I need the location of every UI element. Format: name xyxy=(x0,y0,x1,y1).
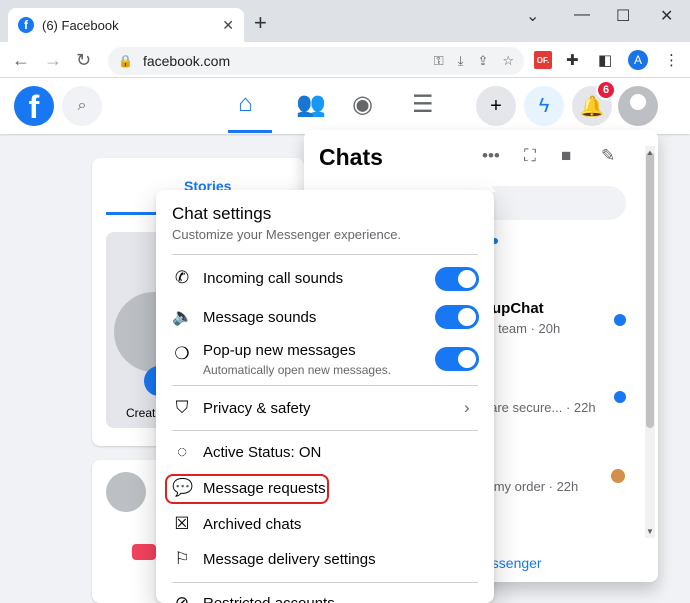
active-status-icon: ◌ xyxy=(176,442,188,461)
restricted-accounts-label[interactable]: Restricted accounts xyxy=(203,595,335,603)
post-composer-avatar[interactable] xyxy=(106,472,146,512)
message-requests-highlight xyxy=(165,474,329,504)
speaker-icon: 🔈 xyxy=(172,307,194,326)
chat-settings-title: Chat settings xyxy=(172,204,272,223)
messenger-icon[interactable]: ϟ xyxy=(524,86,564,126)
video-call-icon[interactable]: ■ xyxy=(561,146,571,166)
facebook-header: f ⌕ ⌂ 👥 ◉ ☰ + ϟ 🔔 xyxy=(0,78,690,134)
divider xyxy=(172,430,478,431)
restricted-icon: ⊘ xyxy=(174,593,190,603)
active-status-label[interactable]: Active Status: ON xyxy=(203,444,321,461)
maximize-window-icon[interactable]: ☐ xyxy=(616,6,630,26)
chat-item-name[interactable]: upChat xyxy=(492,300,544,317)
close-tab-icon[interactable]: ✕ xyxy=(222,17,234,34)
side-panel-icon[interactable]: ◧ xyxy=(598,51,612,69)
facebook-favicon-icon: f xyxy=(18,17,34,33)
message-delivery-settings-label[interactable]: Message delivery settings xyxy=(203,551,376,568)
chevron-right-icon[interactable]: › xyxy=(464,398,470,418)
live-video-icon[interactable] xyxy=(132,544,156,560)
extensions-puzzle-icon[interactable]: ✚ xyxy=(566,51,579,69)
facebook-logo-icon[interactable]: f xyxy=(14,86,54,126)
forward-arrow-icon[interactable]: → xyxy=(44,50,62,71)
chats-scrollbar-thumb[interactable] xyxy=(646,152,654,428)
expand-icon[interactable]: ⛶ xyxy=(524,146,536,166)
popup-new-messages-label[interactable]: Pop-up new messages xyxy=(203,342,356,359)
incoming-call-sounds-toggle[interactable] xyxy=(435,267,479,291)
chat-item-snippet[interactable]: s are secure... · 22h xyxy=(480,400,596,415)
delivery-settings-icon: ⚐ xyxy=(174,549,190,568)
new-message-icon[interactable]: ✎ xyxy=(601,146,615,166)
popup-new-messages-sublabel: Automatically open new messages. xyxy=(203,363,392,377)
privacy-safety-label[interactable]: Privacy & safety xyxy=(203,400,311,417)
message-sounds-label[interactable]: Message sounds xyxy=(203,309,316,326)
chat-settings-popup xyxy=(156,190,494,603)
reload-icon[interactable]: ↻ xyxy=(76,50,91,71)
shield-icon: ⛉ xyxy=(175,398,189,417)
divider xyxy=(172,254,478,255)
archived-chats-label[interactable]: Archived chats xyxy=(203,516,301,533)
notification-badge: 6 xyxy=(596,80,616,100)
home-active-indicator xyxy=(228,130,272,133)
create-story-label: Creat xyxy=(126,406,156,420)
lock-icon: 🔒 xyxy=(118,54,133,68)
back-arrow-icon[interactable]: ← xyxy=(12,50,30,71)
menu-icon[interactable]: ☰ xyxy=(412,90,434,119)
popup-new-messages-toggle[interactable] xyxy=(435,347,479,371)
bookmark-star-icon[interactable]: ☆ xyxy=(502,53,514,69)
browser-tabbar: f (6) Facebook ✕ + ⌄ — ☐ ✕ xyxy=(0,0,690,42)
browser-profile-avatar[interactable]: A xyxy=(628,50,648,70)
unread-dot xyxy=(614,391,626,403)
chat-item-snippet[interactable]: el my order · 22h xyxy=(480,479,578,494)
archive-icon: ☒ xyxy=(174,514,190,533)
incoming-call-sounds-label[interactable]: Incoming call sounds xyxy=(203,270,343,287)
tab-title: (6) Facebook xyxy=(42,17,119,33)
close-window-icon[interactable]: ✕ xyxy=(660,6,673,26)
browser-tab-facebook[interactable]: f (6) Facebook ✕ xyxy=(8,8,244,42)
browser-menu-icon[interactable]: ⋮ xyxy=(664,51,679,69)
friends-icon[interactable]: 👥 xyxy=(296,90,326,119)
extension-red-icon[interactable]: OF. xyxy=(534,51,552,69)
scroll-down-arrow-icon[interactable]: ▼ xyxy=(646,527,654,536)
chat-options-icon[interactable]: ••• xyxy=(482,146,500,166)
download-icon[interactable]: ⤓ xyxy=(458,53,464,69)
browser-toolbar: ← → ↻ 🔒 facebook.com ⚿ ⤓ ⇪ ☆ OF. ✚ ◧ A ⋮ xyxy=(0,42,690,78)
incoming-call-icon: ✆ xyxy=(174,268,190,287)
key-icon[interactable]: ⚿ xyxy=(434,53,444,69)
minimize-window-icon[interactable]: — xyxy=(574,6,590,24)
chats-title: Chats xyxy=(319,144,383,170)
address-bar[interactable]: 🔒 facebook.com ⚿ ⤓ ⇪ ☆ xyxy=(108,47,524,75)
account-avatar[interactable] xyxy=(618,86,658,126)
divider xyxy=(172,582,478,583)
address-url[interactable]: facebook.com xyxy=(143,53,420,69)
create-plus-icon[interactable]: + xyxy=(476,86,516,126)
share-icon[interactable]: ⇪ xyxy=(477,53,488,69)
divider xyxy=(172,385,478,386)
window-collapse-icon[interactable]: ⌄ xyxy=(526,6,539,26)
message-sounds-toggle[interactable] xyxy=(435,305,479,329)
home-icon[interactable]: ⌂ xyxy=(238,90,253,118)
chat-settings-subtitle: Customize your Messenger experience. xyxy=(172,227,402,242)
unread-dot xyxy=(614,314,626,326)
groups-icon[interactable]: ◉ xyxy=(352,90,373,119)
popup-messages-icon: ❍ xyxy=(174,344,190,363)
search-icon[interactable]: ⌕ xyxy=(62,86,102,126)
seen-avatar-icon xyxy=(611,469,625,483)
scroll-up-arrow-icon[interactable]: ▲ xyxy=(646,148,654,157)
new-tab-button[interactable]: + xyxy=(254,12,267,34)
search-messenger-input[interactable] xyxy=(480,186,626,220)
